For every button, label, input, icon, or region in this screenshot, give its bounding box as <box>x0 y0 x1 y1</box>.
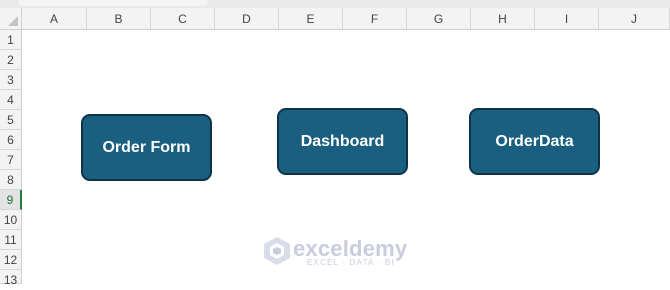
row-header-10[interactable]: 10 <box>0 210 22 230</box>
row-header-13[interactable]: 13 <box>0 270 22 287</box>
spreadsheet: A B C D E F G H I J 1 2 3 4 5 6 7 8 9 10… <box>0 0 670 287</box>
select-all-icon <box>8 16 18 26</box>
column-header-c[interactable]: C <box>151 8 215 30</box>
ribbon-edge <box>0 0 670 8</box>
column-header-j[interactable]: J <box>599 8 670 30</box>
column-header-h[interactable]: H <box>471 8 535 30</box>
row-header-7[interactable]: 7 <box>0 150 22 170</box>
row-header-4[interactable]: 4 <box>0 90 22 110</box>
row-header-11[interactable]: 11 <box>0 230 22 250</box>
watermark: exceldemy EXCEL · DATA · BI <box>263 236 413 270</box>
column-header-d[interactable]: D <box>215 8 279 30</box>
column-header-g[interactable]: G <box>407 8 471 30</box>
row-header-6[interactable]: 6 <box>0 130 22 150</box>
exceldemy-logo-icon <box>264 237 290 265</box>
column-header-i[interactable]: I <box>535 8 599 30</box>
row-header-2[interactable]: 2 <box>0 50 22 70</box>
row-header-5[interactable]: 5 <box>0 110 22 130</box>
row-header-12[interactable]: 12 <box>0 250 22 270</box>
select-all-button[interactable] <box>0 8 22 30</box>
column-header-f[interactable]: F <box>343 8 407 30</box>
column-header-e[interactable]: E <box>279 8 343 30</box>
order-data-button[interactable]: OrderData <box>469 108 600 175</box>
column-header-b[interactable]: B <box>87 8 151 30</box>
column-header-a[interactable]: A <box>22 8 87 30</box>
dashboard-button[interactable]: Dashboard <box>277 108 408 175</box>
row-header-8[interactable]: 8 <box>0 170 22 190</box>
row-header-3[interactable]: 3 <box>0 70 22 90</box>
order-form-button[interactable]: Order Form <box>81 114 212 181</box>
watermark-tagline: EXCEL · DATA · BI <box>307 258 395 267</box>
row-header-1[interactable]: 1 <box>0 30 22 50</box>
row-header-9[interactable]: 9 <box>0 190 22 210</box>
